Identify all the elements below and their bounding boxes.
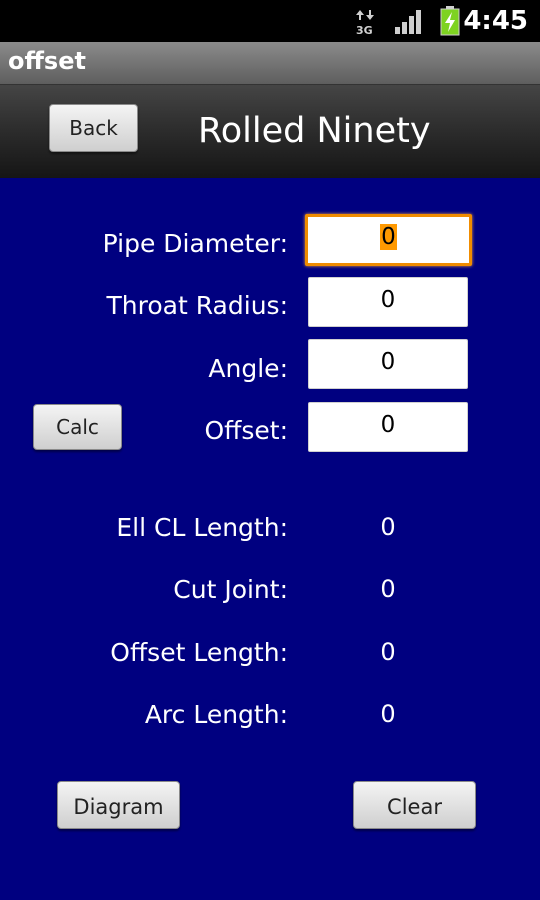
throat-radius-input[interactable]: 0 [308, 277, 468, 327]
pipe-diameter-label: Pipe Diameter: [102, 229, 288, 258]
app-title: offset [8, 47, 86, 75]
angle-input[interactable]: 0 [308, 339, 468, 389]
arc-length-label: Arc Length: [144, 700, 288, 729]
clock-time: 4:45 [463, 6, 528, 36]
cut-joint-label: Cut Joint: [173, 575, 288, 604]
offset-input[interactable]: 0 [308, 402, 468, 452]
back-button[interactable]: Back [49, 104, 138, 152]
data-arrows-3g-icon: 3G [356, 10, 374, 36]
signal-strength-icon [395, 10, 421, 34]
offset-length-label: Offset Length: [110, 638, 288, 667]
throat-radius-label: Throat Radius: [106, 291, 288, 320]
diagram-button[interactable]: Diagram [57, 781, 180, 829]
status-bar: 3G 4:45 [0, 0, 540, 42]
pipe-diameter-input[interactable]: 0 [305, 214, 472, 266]
screen-title: Rolled Ninety [198, 111, 431, 151]
angle-label: Angle: [208, 354, 288, 383]
ell-cl-length-value: 0 [380, 513, 396, 541]
calc-button[interactable]: Calc [33, 404, 122, 450]
svg-text:3G: 3G [356, 24, 373, 36]
clear-button[interactable]: Clear [353, 781, 476, 829]
offset-label: Offset: [204, 416, 288, 445]
cut-joint-value: 0 [380, 575, 396, 603]
ell-cl-length-label: Ell CL Length: [116, 513, 288, 542]
battery-charging-icon [440, 6, 460, 36]
arc-length-value: 0 [380, 700, 396, 728]
offset-length-value: 0 [380, 638, 396, 666]
app-title-bar: offset [0, 42, 540, 85]
